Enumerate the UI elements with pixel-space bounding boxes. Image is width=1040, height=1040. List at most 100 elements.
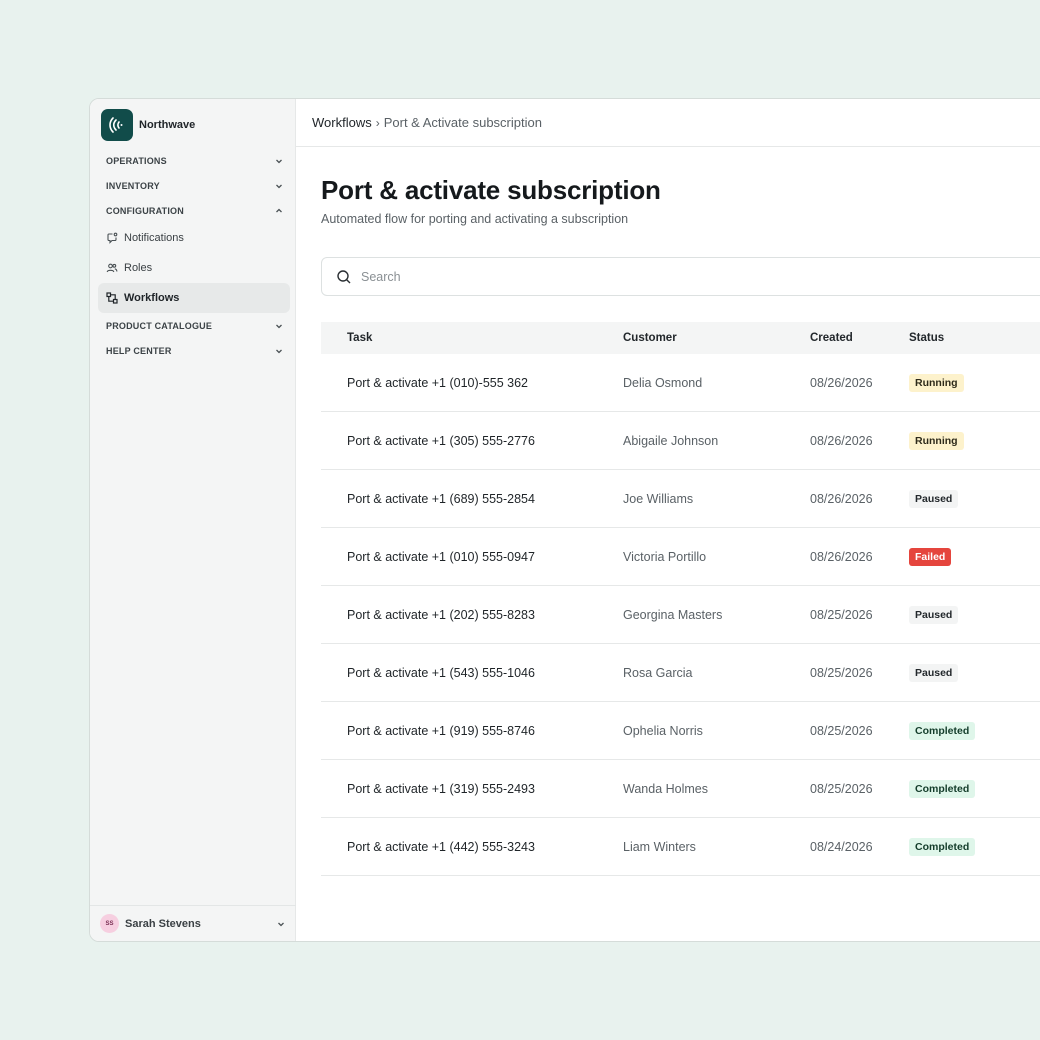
nav-section-operations[interactable]: OPERATIONS bbox=[98, 148, 290, 173]
users-icon bbox=[106, 263, 118, 273]
customer-cell: Joe Williams bbox=[623, 491, 694, 506]
search-icon bbox=[337, 269, 351, 283]
status-cell: Paused bbox=[909, 605, 1040, 624]
user-name: Sarah Stevens bbox=[125, 917, 201, 930]
status-cell: Completed bbox=[909, 837, 1040, 856]
table-row[interactable]: Port & activate +1 (202) 555-8283 Georgin… bbox=[321, 586, 1040, 644]
breadcrumb-current: Port & Activate subscription bbox=[383, 115, 542, 130]
chevron-up-icon bbox=[276, 208, 282, 212]
table-row[interactable]: Port & activate +1 (319) 555-2493 Wanda H… bbox=[321, 760, 1040, 818]
notification-icon bbox=[107, 232, 118, 244]
task-cell: Port & activate +1 (919) 555-8746 bbox=[347, 723, 535, 738]
customer-cell: Ophelia Norris bbox=[623, 723, 703, 738]
table-row[interactable]: Port & activate +1 (010) 555-0947 Victori… bbox=[321, 528, 1040, 586]
status-cell: Completed bbox=[909, 779, 1040, 798]
main-content: Workflows › Port & Activate subscription… bbox=[296, 99, 1040, 941]
page-title: Port & activate subscription bbox=[321, 175, 661, 205]
task-cell: Port & activate +1 (689) 555-2854 bbox=[347, 491, 535, 506]
customer-cell: Wanda Holmes bbox=[623, 781, 708, 796]
brand[interactable]: Northwave bbox=[101, 109, 195, 141]
chevron-down-icon bbox=[278, 922, 284, 926]
task-cell: Port & activate +1 (319) 555-2493 bbox=[347, 781, 535, 796]
nav-section-label: HELP CENTER bbox=[106, 345, 172, 356]
status-badge: Paused bbox=[909, 663, 959, 682]
table-row[interactable]: Port & activate +1 (919) 555-8746 Ophelia… bbox=[321, 702, 1040, 760]
status-badge: Running bbox=[909, 373, 964, 392]
sidebar-item-notifications[interactable]: Notifications bbox=[98, 223, 290, 253]
sidebar-item-roles[interactable]: Roles bbox=[98, 253, 290, 283]
table-row[interactable]: Port & activate +1 (305) 555-2776 Abigail… bbox=[321, 412, 1040, 470]
status-badge: Paused bbox=[909, 489, 959, 508]
northwave-logo-icon bbox=[101, 109, 133, 141]
customer-cell: Georgina Masters bbox=[623, 607, 723, 622]
table-row[interactable]: Port & activate +1 (543) 555-1046 Rosa Ga… bbox=[321, 644, 1040, 702]
sidebar-item-label: Workflows bbox=[124, 292, 180, 304]
customer-cell: Rosa Garcia bbox=[623, 665, 693, 680]
customer-cell: Delia Osmond bbox=[623, 375, 703, 390]
created-cell: 08/25/2026 bbox=[810, 781, 873, 796]
created-cell: 08/26/2026 bbox=[810, 491, 873, 506]
status-cell: Running bbox=[909, 431, 1040, 450]
nav-section-inventory[interactable]: INVENTORY bbox=[98, 173, 290, 198]
created-cell: 08/25/2026 bbox=[810, 607, 873, 622]
chevron-down-icon bbox=[276, 159, 282, 163]
task-cell: Port & activate +1 (010)-555 362 bbox=[347, 375, 529, 390]
column-header-status[interactable]: Status bbox=[909, 332, 1040, 344]
chevron-down-icon bbox=[276, 324, 282, 328]
task-cell: Port & activate +1 (202) 555-8283 bbox=[347, 607, 535, 622]
breadcrumb-separator: › bbox=[375, 115, 380, 130]
task-cell: Port & activate +1 (010) 555-0947 bbox=[347, 549, 535, 564]
sidebar-item-label: Notifications bbox=[124, 232, 184, 244]
status-cell: Paused bbox=[909, 663, 1040, 682]
status-badge: Failed bbox=[909, 547, 952, 566]
nav-section-label: OPERATIONS bbox=[106, 155, 167, 166]
search-box[interactable] bbox=[321, 257, 1040, 296]
created-cell: 08/26/2026 bbox=[810, 549, 873, 564]
nav-section-label: CONFIGURATION bbox=[106, 205, 184, 216]
workflow-icon bbox=[106, 292, 118, 304]
table-header: Task Customer Created Status bbox=[321, 322, 1040, 354]
status-badge: Completed bbox=[909, 837, 976, 856]
task-cell: Port & activate +1 (543) 555-1046 bbox=[347, 665, 535, 680]
customer-cell: Victoria Portillo bbox=[623, 549, 707, 564]
status-cell: Failed bbox=[909, 547, 1040, 566]
user-menu[interactable]: SS Sarah Stevens bbox=[90, 905, 296, 941]
app-window: Northwave OPERATIONS INVENTORY CONFIGURA… bbox=[89, 98, 1040, 942]
search-input[interactable] bbox=[361, 269, 761, 284]
nav-section-label: INVENTORY bbox=[106, 180, 160, 191]
column-header-created[interactable]: Created bbox=[810, 332, 909, 344]
workflow-table: Task Customer Created Status Port & acti… bbox=[321, 322, 1040, 876]
page-subtitle: Automated flow for porting and activatin… bbox=[321, 212, 629, 226]
status-badge: Running bbox=[909, 431, 964, 450]
created-cell: 08/26/2026 bbox=[810, 433, 873, 448]
avatar: SS bbox=[100, 914, 119, 933]
breadcrumb-workflows[interactable]: Workflows bbox=[312, 115, 372, 130]
brand-name: Northwave bbox=[139, 119, 196, 131]
sidebar: Northwave OPERATIONS INVENTORY CONFIGURA… bbox=[90, 99, 296, 941]
created-cell: 08/25/2026 bbox=[810, 723, 873, 738]
sidebar-item-workflows[interactable]: Workflows bbox=[98, 283, 290, 313]
nav-section-product-catalogue[interactable]: PRODUCT CATALOGUE bbox=[98, 313, 290, 338]
status-cell: Paused bbox=[909, 489, 1040, 508]
chevron-down-icon bbox=[276, 349, 282, 353]
breadcrumb: Workflows › Port & Activate subscription bbox=[296, 99, 1040, 147]
column-header-customer[interactable]: Customer bbox=[623, 332, 810, 344]
table-row[interactable]: Port & activate +1 (689) 555-2854 Joe Wil… bbox=[321, 470, 1040, 528]
column-header-task[interactable]: Task bbox=[321, 332, 623, 344]
table-row[interactable]: Port & activate +1 (010)-555 362 Delia Os… bbox=[321, 354, 1040, 412]
status-badge: Completed bbox=[909, 721, 976, 740]
task-cell: Port & activate +1 (442) 555-3243 bbox=[347, 839, 535, 854]
created-cell: 08/26/2026 bbox=[810, 375, 873, 390]
table-body: Port & activate +1 (010)-555 362 Delia Os… bbox=[321, 354, 1040, 876]
table-row[interactable]: Port & activate +1 (442) 555-3243 Liam Wi… bbox=[321, 818, 1040, 876]
sidebar-nav: OPERATIONS INVENTORY CONFIGURATION Notif… bbox=[98, 148, 290, 363]
status-cell: Completed bbox=[909, 721, 1040, 740]
sidebar-item-label: Roles bbox=[124, 262, 153, 274]
nav-section-help-center[interactable]: HELP CENTER bbox=[98, 338, 290, 363]
task-cell: Port & activate +1 (305) 555-2776 bbox=[347, 433, 535, 448]
nav-section-label: PRODUCT CATALOGUE bbox=[106, 320, 213, 331]
nav-section-configuration[interactable]: CONFIGURATION bbox=[98, 198, 290, 223]
customer-cell: Abigaile Johnson bbox=[623, 433, 719, 448]
chevron-down-icon bbox=[276, 184, 282, 188]
status-badge: Completed bbox=[909, 779, 976, 798]
